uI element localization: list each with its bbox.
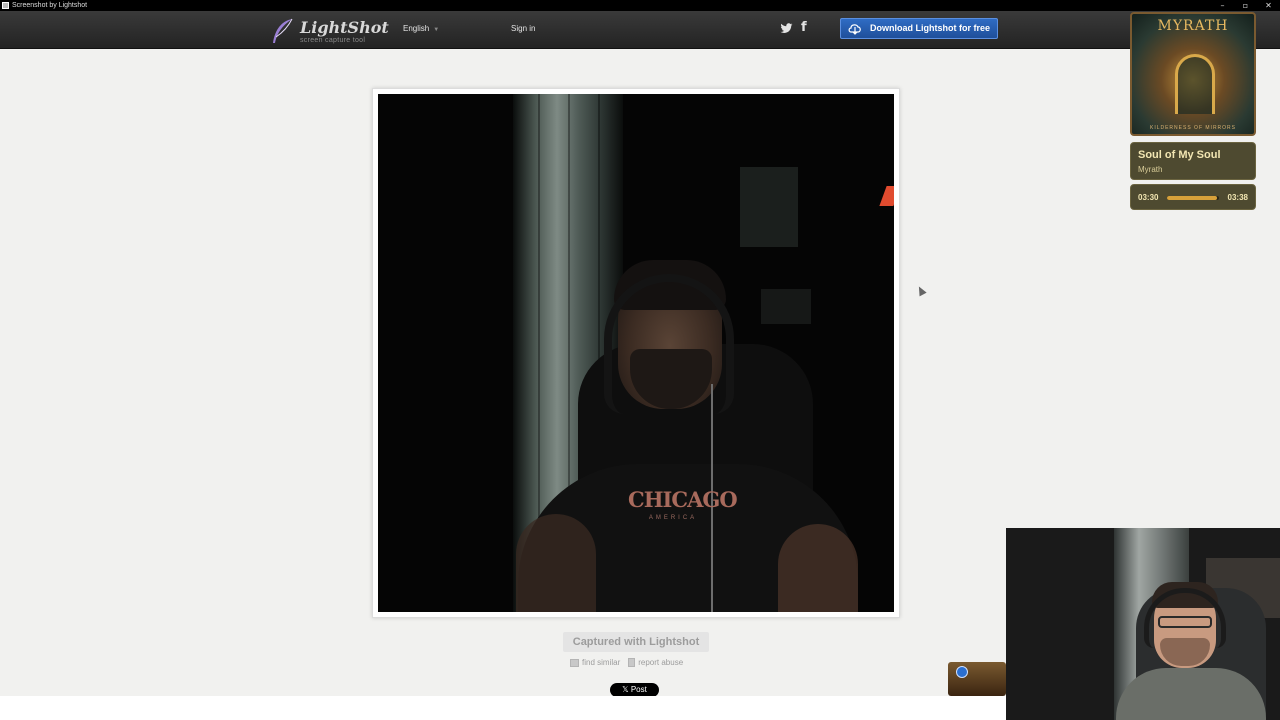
track-artist: Myrath bbox=[1138, 165, 1163, 174]
progress-bar bbox=[1167, 196, 1219, 200]
captured-with-lightshot-label[interactable]: Captured with Lightshot bbox=[563, 632, 709, 652]
sign-in-link[interactable]: Sign in bbox=[511, 24, 535, 33]
game-overlay-icon bbox=[948, 662, 1006, 696]
page-bottom-strip bbox=[0, 696, 1006, 720]
headset bbox=[604, 274, 734, 414]
minimize-icon[interactable]: – bbox=[1211, 0, 1234, 11]
screenshot-image[interactable]: CHICAGO AMERICA bbox=[378, 94, 894, 612]
current-time: 03:30 bbox=[1138, 193, 1159, 202]
shirt-print-sub: AMERICA bbox=[648, 515, 698, 521]
shirt-print: CHICAGO bbox=[628, 487, 738, 512]
feather-icon bbox=[273, 18, 293, 43]
logo[interactable]: LightShot screen capture tool bbox=[270, 17, 389, 45]
webcam-person-torso bbox=[1116, 668, 1266, 720]
brand-tagline: screen capture tool bbox=[300, 37, 366, 44]
window-controls: – ▫ ✕ bbox=[1211, 0, 1280, 11]
webcam-glasses bbox=[1158, 616, 1212, 628]
app-icon bbox=[2, 2, 9, 9]
person-arm-left bbox=[516, 514, 596, 612]
brand-name: LightShot bbox=[300, 18, 389, 37]
person-arm-right bbox=[778, 524, 858, 612]
window-titlebar: Screenshot by Lightshot – ▫ ✕ bbox=[0, 0, 1280, 11]
now-playing-card: Soul of My Soul Myrath bbox=[1130, 142, 1256, 180]
find-similar-link[interactable]: find similar bbox=[570, 658, 620, 667]
twitter-icon[interactable] bbox=[780, 22, 793, 35]
game-character-icon bbox=[956, 666, 968, 678]
download-lightshot-button[interactable]: Download Lightshot for free bbox=[840, 18, 998, 39]
image-icon bbox=[570, 658, 579, 667]
restore-icon[interactable]: ▫ bbox=[1234, 0, 1257, 11]
image-actions: find similar report abuse bbox=[570, 658, 683, 667]
report-abuse-label: report abuse bbox=[638, 658, 684, 667]
background-window bbox=[740, 167, 798, 247]
window-title: Screenshot by Lightshot bbox=[12, 2, 88, 9]
album-art: MYRATH KILDERNESS OF MIRRORS bbox=[1130, 12, 1256, 136]
background-shelf bbox=[761, 289, 811, 324]
find-similar-label: find similar bbox=[582, 658, 621, 667]
cloud-download-icon bbox=[848, 24, 861, 35]
x-post-button[interactable]: 𝕏 Post bbox=[610, 683, 659, 697]
progress-bar-fill bbox=[1167, 196, 1217, 200]
report-abuse-link[interactable]: report abuse bbox=[628, 658, 683, 667]
language-selector[interactable]: English ▼ bbox=[403, 24, 439, 33]
facebook-icon[interactable]: f bbox=[801, 20, 807, 35]
close-icon[interactable]: ✕ bbox=[1257, 0, 1280, 11]
mouse-cursor-icon bbox=[915, 284, 927, 297]
webcam-overlay bbox=[1006, 528, 1280, 720]
screenshot-frame: CHICAGO AMERICA bbox=[372, 88, 900, 618]
track-title: Soul of My Soul bbox=[1138, 149, 1221, 161]
album-art-arch bbox=[1175, 54, 1215, 114]
top-navbar: LightShot screen capture tool English ▼ S… bbox=[0, 11, 1280, 49]
language-label: English bbox=[403, 24, 430, 33]
download-button-label: Download Lightshot for free bbox=[870, 23, 990, 33]
album-art-subtitle: KILDERNESS OF MIRRORS bbox=[1149, 125, 1236, 131]
album-art-title: MYRATH bbox=[1157, 18, 1229, 34]
playback-progress-card: 03:30 03:38 bbox=[1130, 184, 1256, 210]
document-icon bbox=[628, 658, 636, 667]
total-time: 03:38 bbox=[1227, 193, 1248, 202]
caret-down-icon: ▼ bbox=[433, 27, 440, 33]
red-object bbox=[879, 186, 894, 206]
